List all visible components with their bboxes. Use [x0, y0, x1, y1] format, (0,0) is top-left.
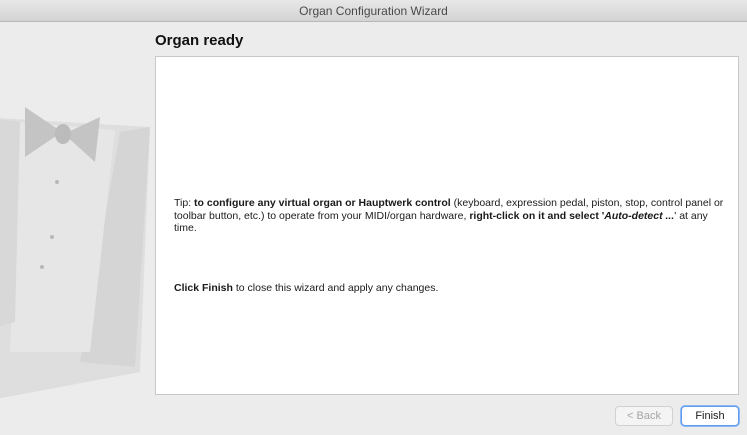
finish-bold: Click Finish [174, 282, 233, 294]
button-bar: < Back Finish [615, 406, 739, 426]
finish-paragraph: Click Finish to close this wizard and ap… [174, 282, 724, 295]
window-title: Organ Configuration Wizard [299, 4, 448, 18]
tip-bold-italic: Auto-detect ... [604, 209, 675, 222]
tip-bold-1: to configure any virtual organ or Hauptw… [194, 197, 451, 209]
page-heading: Organ ready [155, 32, 244, 49]
tip-bold-2: right-click on it and select ' [469, 209, 605, 222]
title-bar[interactable]: Organ Configuration Wizard [0, 0, 747, 22]
content-panel: Tip: to configure any virtual organ or H… [155, 56, 739, 395]
finish-rest: to close this wizard and apply any chang… [232, 282, 439, 294]
tuxedo-illustration-icon [0, 22, 160, 435]
back-button[interactable]: < Back [615, 406, 673, 426]
tip-paragraph: Tip: to configure any virtual organ or H… [174, 197, 724, 235]
finish-button[interactable]: Finish [681, 406, 739, 426]
tip-prefix: Tip: [174, 197, 195, 209]
wizard-window: Organ Configuration Wizard Organ ready T… [0, 0, 747, 435]
